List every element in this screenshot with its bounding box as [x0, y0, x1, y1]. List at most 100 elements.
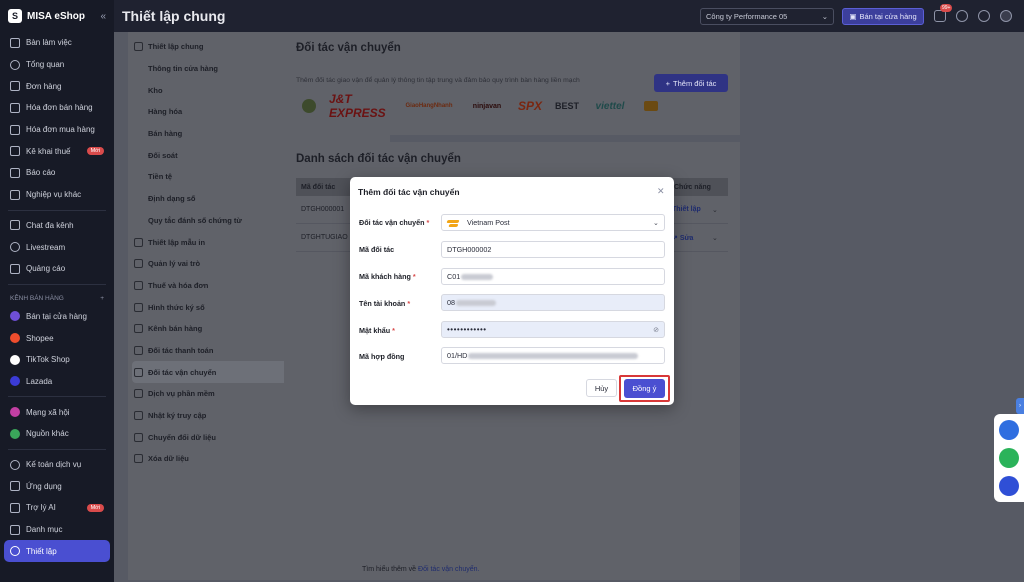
- chevron-down-icon[interactable]: ⌄: [712, 234, 718, 242]
- col-action: Chức năng: [674, 183, 711, 191]
- settings-item-label: Kênh bán hàng: [148, 324, 203, 334]
- confirm-button[interactable]: Đồng ý: [624, 379, 665, 398]
- sidebar-item-ban-lam-viec[interactable]: Bàn làm việc: [0, 32, 114, 54]
- sidebar-item-hoa-don-mua-hang[interactable]: Hóa đơn mua hàng: [0, 119, 114, 141]
- sidebar-item-tro-ly-ai[interactable]: Trợ lý AI Mới: [0, 497, 114, 519]
- truck-icon: [134, 367, 143, 377]
- sidebar-item-danh-muc[interactable]: Danh mục: [0, 519, 114, 541]
- chevron-down-icon[interactable]: ⌄: [712, 206, 718, 214]
- sidebar-item-livestream[interactable]: Livestream: [0, 236, 114, 258]
- settings-item-label: Dịch vụ phần mềm: [148, 389, 215, 399]
- settings-item-label: Thiết lập mẫu in: [148, 237, 206, 247]
- required-mark: *: [412, 272, 416, 281]
- list-icon: [10, 524, 20, 535]
- expand-tools-icon[interactable]: ›: [1016, 398, 1024, 414]
- vietnam-post-logo: [296, 96, 322, 116]
- jt-logo: J&T EXPRESS: [329, 92, 386, 120]
- sidebar-item-nguon-khac[interactable]: Nguồn khác: [0, 423, 114, 445]
- sidebar-item-label: Nguồn khác: [26, 429, 69, 439]
- add-partner-button[interactable]: + Thêm đối tác: [654, 74, 728, 92]
- edit-link[interactable]: ↗ Sửa: [672, 234, 693, 242]
- settings-item-label: Xóa dữ liệu: [148, 454, 189, 464]
- sidebar-item-ke-toan-dich-vu[interactable]: Kế toán dịch vụ: [0, 454, 114, 476]
- sidebar-item-tong-quan[interactable]: Tổng quan: [0, 54, 114, 76]
- footer-note: Tìm hiểu thêm về Đối tác vận chuyển.: [362, 566, 480, 573]
- company-select[interactable]: Công ty Performance 05 ⌄: [700, 8, 834, 25]
- sidebar-item-label: Hóa đơn bán hàng: [26, 103, 93, 113]
- trash-icon: [134, 454, 143, 464]
- megaphone-icon[interactable]: [999, 420, 1019, 440]
- sidebar-item-ung-dung[interactable]: Ứng dụng: [0, 475, 114, 497]
- sidebar-item-label: Trợ lý AI: [26, 503, 56, 513]
- support-icon[interactable]: [999, 448, 1019, 468]
- partner-label: Đối tác vận chuyển *: [359, 218, 429, 227]
- sidebar-item-hoa-don-ban-hang[interactable]: Hóa đơn bán hàng: [0, 97, 114, 119]
- sidebar-item-don-hang[interactable]: Đơn hàng: [0, 75, 114, 97]
- divider: [8, 209, 106, 211]
- social-icon: [10, 407, 20, 418]
- misa-logo-icon: S: [8, 9, 22, 23]
- eye-off-icon[interactable]: ⊘: [653, 326, 659, 334]
- sidebar-item-chat-da-kenh[interactable]: Chat đa kênh: [0, 215, 114, 237]
- store-button-label: Bán tại cửa hàng: [859, 12, 917, 21]
- sidebar-item-label: TikTok Shop: [26, 355, 70, 365]
- signature-icon: [134, 302, 143, 312]
- setup-link[interactable]: Thiết lập: [672, 206, 701, 213]
- sidebar-item-label: Thiết lập: [26, 546, 57, 556]
- grid-icon: [10, 189, 20, 200]
- settings-item-label: Hình thức ký số: [148, 302, 205, 312]
- sidebar-item-shopee[interactable]: Shopee: [0, 327, 114, 349]
- customer-code-input[interactable]: C01: [441, 268, 665, 285]
- password-input[interactable]: •••••••••••• ⊘: [441, 321, 665, 338]
- avatar[interactable]: [1000, 10, 1012, 22]
- add-shipping-partner-modal: Thêm đối tác vận chuyển ✕ Đối tác vận ch…: [350, 177, 674, 405]
- password-value: ••••••••••••: [447, 325, 487, 334]
- vietnam-post-icon: [447, 219, 461, 227]
- sidebar-item-nghiep-vu-khac[interactable]: Nghiệp vụ khác: [0, 184, 114, 206]
- chevron-down-icon: ⌄: [652, 218, 659, 227]
- sidebar-item-label: Đơn hàng: [26, 81, 62, 91]
- chatbot-icon[interactable]: [999, 476, 1019, 496]
- upload-icon[interactable]: [956, 10, 968, 22]
- page-title: Thiết lập chung: [122, 8, 226, 24]
- col-partner-code: Mã đối tác: [301, 183, 336, 191]
- tax-invoice-icon: [134, 280, 143, 290]
- partner-logos: J&T EXPRESS GiaoHangNhanh ninjavan SPX B…: [296, 92, 663, 120]
- contract-code-input[interactable]: 01/HD: [441, 347, 665, 364]
- tiktok-icon: [10, 354, 20, 365]
- password-label: Mật khẩu *: [359, 326, 395, 335]
- vnpost-logo-mark: [644, 101, 658, 111]
- partner-select[interactable]: Vietnam Post ⌄: [441, 214, 665, 231]
- sidebar-item-ke-khai-thue[interactable]: Kê khai thuế Mới: [0, 140, 114, 162]
- redacted-text: [461, 273, 494, 280]
- label-text: Đối tác vận chuyển: [359, 218, 425, 227]
- sidebar-item-bao-cao[interactable]: Báo cáo: [0, 162, 114, 184]
- sidebar-item-quang-cao[interactable]: Quảng cáo: [0, 258, 114, 280]
- vietnam-post-logo-mark: [302, 99, 316, 113]
- sidebar-item-lazada[interactable]: Lazada: [0, 371, 114, 393]
- contract-code-label: Mã hợp đồng: [359, 352, 404, 361]
- brand[interactable]: S MISA eShop «: [0, 0, 114, 32]
- sidebar-item-ban-tai-cua-hang[interactable]: Bán tại cửa hàng: [0, 306, 114, 328]
- sidebar-item-thiet-lap[interactable]: Thiết lập: [4, 540, 110, 563]
- spx-logo: SPX: [517, 99, 542, 113]
- divider: [8, 283, 106, 285]
- help-icon[interactable]: [978, 10, 990, 22]
- close-icon[interactable]: ✕: [657, 186, 665, 197]
- sidebar-item-mang-xa-hoi[interactable]: Mạng xã hội: [0, 401, 114, 423]
- sidebar-item-label: Mạng xã hội: [26, 407, 70, 417]
- sell-in-store-button[interactable]: ▣ Bán tại cửa hàng: [842, 8, 924, 25]
- partner-code-input[interactable]: DTGH000002: [441, 241, 665, 258]
- collapse-sidebar-icon[interactable]: «: [100, 11, 106, 22]
- convert-icon: [134, 432, 143, 442]
- sidebar-item-tiktok-shop[interactable]: TikTok Shop: [0, 349, 114, 371]
- cancel-button[interactable]: Hủy: [586, 379, 617, 397]
- footer-link[interactable]: Đối tác vận chuyển.: [418, 566, 479, 573]
- report-icon: [10, 167, 20, 178]
- account-name-input[interactable]: 08: [441, 294, 665, 311]
- chat-icon: [10, 220, 20, 231]
- new-badge: Mới: [86, 503, 104, 512]
- add-channel-icon[interactable]: +: [100, 295, 104, 302]
- gear-icon: [10, 546, 20, 557]
- sidebar-item-label: Livestream: [26, 242, 66, 252]
